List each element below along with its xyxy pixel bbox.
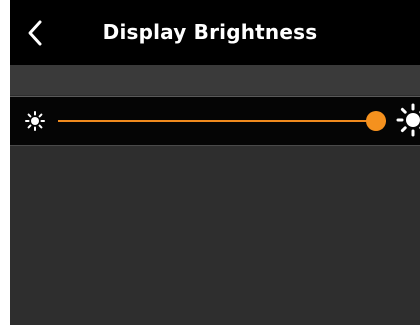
slider-fill	[58, 120, 376, 122]
slider-thumb[interactable]	[366, 111, 386, 131]
sun-small-icon	[24, 110, 46, 132]
content-area	[10, 146, 420, 325]
brightness-row	[10, 96, 420, 146]
brightness-slider[interactable]	[58, 111, 386, 131]
page-title: Display Brightness	[102, 20, 318, 44]
sun-large-icon	[396, 103, 420, 137]
section-band	[10, 65, 420, 95]
